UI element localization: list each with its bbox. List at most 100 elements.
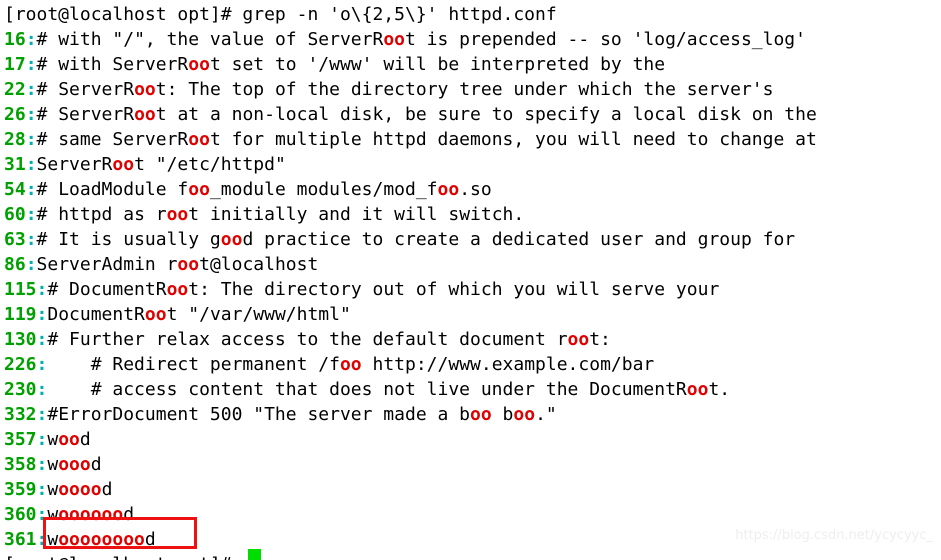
grep-result-line: 86:ServerAdmin root@localhost — [4, 252, 941, 277]
result-separator-colon: : — [36, 454, 48, 475]
result-text: t: The directory out of which you will s… — [188, 279, 720, 300]
result-text: _module modules/mod_f — [209, 179, 438, 200]
grep-result-line: 26:# ServerRoot at a non-local disk, be … — [4, 102, 941, 127]
grep-result-line: 63:# It is usually good practice to crea… — [4, 227, 941, 252]
result-text: # access content that does not live unde… — [47, 379, 687, 400]
match-text: ooo — [58, 454, 91, 475]
grep-result-line: 16:# with "/", the value of ServerRoot i… — [4, 27, 941, 52]
match-text: oo — [188, 54, 210, 75]
result-separator-colon: : — [25, 254, 37, 275]
grep-result-line: 60:# httpd as root initially and it will… — [4, 202, 941, 227]
result-separator-colon: : — [25, 129, 37, 150]
result-text: # with ServerR — [36, 54, 189, 75]
final-prompt-line: [root@localhost opt]# — [4, 552, 941, 560]
match-text: oo — [177, 254, 200, 275]
result-text: t for multiple httpd daemons, you will n… — [209, 129, 817, 150]
result-separator-colon: : — [36, 354, 48, 375]
result-text: # same ServerR — [36, 129, 189, 150]
result-separator-colon: : — [36, 429, 48, 450]
result-separator-colon: : — [36, 304, 48, 325]
match-text: oooo — [58, 479, 102, 500]
result-separator-colon: : — [25, 104, 37, 125]
result-separator-colon: : — [36, 529, 48, 550]
result-line-number: 332 — [4, 404, 37, 425]
match-text: oo — [567, 329, 590, 350]
grep-result-line: 360:wooooood — [4, 502, 941, 527]
terminal-window[interactable]: [root@localhost opt]# grep -n 'o\{2,5\}'… — [0, 0, 941, 560]
result-text: DocumentR — [47, 304, 145, 325]
match-text: oo — [383, 29, 405, 50]
result-separator-colon: : — [25, 79, 37, 100]
grep-result-line: 332:#ErrorDocument 500 "The server made … — [4, 402, 941, 427]
result-separator-colon: : — [25, 154, 37, 175]
grep-result-line: 119:DocumentRoot "/var/www/html" — [4, 302, 941, 327]
result-text: d — [101, 479, 113, 500]
result-text: d practice to create a dedicated user an… — [242, 229, 796, 250]
result-text: d — [90, 454, 102, 475]
result-line-number: 16 — [4, 29, 26, 50]
result-text: # httpd as r — [36, 204, 167, 225]
result-text: ServerR — [36, 154, 113, 175]
result-line-number: 28 — [4, 129, 26, 150]
match-text: oo — [144, 304, 167, 325]
result-text: # Further relax access to the default do… — [47, 329, 568, 350]
result-line-number: 130 — [4, 329, 37, 350]
result-line-number: 60 — [4, 204, 26, 225]
grep-result-line: 230: # access content that does not live… — [4, 377, 941, 402]
result-text: t "/etc/httpd" — [134, 154, 286, 175]
result-text: # Redirect permanent /f — [47, 354, 340, 375]
shell-prompt-final: [root@localhost opt]# — [4, 554, 242, 560]
result-text: #ErrorDocument 500 "The server made a b — [47, 404, 470, 425]
result-separator-colon: : — [36, 329, 48, 350]
grep-result-line: 31:ServerRoot "/etc/httpd" — [4, 152, 941, 177]
result-text: t "/var/www/html" — [166, 304, 351, 325]
match-text: oo — [134, 104, 156, 125]
result-line-number: 360 — [4, 504, 37, 525]
result-line-number: 359 — [4, 479, 37, 500]
result-text: t is prepended -- so 'log/access_log' — [405, 29, 806, 50]
result-text: # ServerR — [36, 104, 135, 125]
shell-prompt: [root@localhost opt]# — [4, 4, 243, 25]
result-separator-colon: : — [36, 404, 48, 425]
result-text: b — [491, 404, 514, 425]
result-separator-colon: : — [36, 379, 48, 400]
result-text: t: — [589, 329, 611, 350]
result-line-number: 31 — [4, 154, 26, 175]
result-text: http://www.example.com/bar — [361, 354, 655, 375]
result-text: w — [47, 454, 59, 475]
result-text: .so — [459, 179, 492, 200]
grep-command: grep -n 'o\{2,5\}' httpd.conf — [242, 4, 557, 25]
result-line-number: 63 — [4, 229, 26, 250]
grep-result-line: 226: # Redirect permanent /foo http://ww… — [4, 352, 941, 377]
match-text: oooooo — [58, 504, 124, 525]
match-text: oo — [470, 404, 492, 425]
result-line-number: 230 — [4, 379, 37, 400]
result-text: w — [47, 504, 59, 525]
result-text: ." — [535, 404, 557, 425]
grep-result-line: 22:# ServerRoot: The top of the director… — [4, 77, 941, 102]
result-text: # ServerR — [36, 79, 135, 100]
result-line-number: 86 — [4, 254, 26, 275]
result-separator-colon: : — [25, 229, 37, 250]
grep-result-line: 358:woood — [4, 452, 941, 477]
match-text: oo — [112, 154, 135, 175]
result-separator-colon: : — [36, 279, 48, 300]
result-text: # DocumentR — [47, 279, 167, 300]
grep-result-line: 17:# with ServerRoot set to '/www' will … — [4, 52, 941, 77]
terminal-cursor — [248, 549, 261, 560]
grep-result-line: 359:wooood — [4, 477, 941, 502]
result-text: w — [47, 479, 59, 500]
match-text: oo — [437, 179, 460, 200]
result-text: t set to '/www' will be interpreted by t… — [209, 54, 666, 75]
match-text: oo — [188, 129, 210, 150]
grep-result-line: 130:# Further relax access to the defaul… — [4, 327, 941, 352]
match-text: oo — [339, 354, 362, 375]
match-text: oo — [166, 204, 189, 225]
result-line-number: 17 — [4, 54, 26, 75]
result-text: w — [47, 429, 59, 450]
result-text: d — [144, 529, 156, 550]
result-line-number: 361 — [4, 529, 37, 550]
match-text: oo — [513, 404, 536, 425]
grep-result-line: 54:# LoadModule foo_module modules/mod_f… — [4, 177, 941, 202]
grep-results: 16:# with "/", the value of ServerRoot i… — [4, 27, 941, 552]
